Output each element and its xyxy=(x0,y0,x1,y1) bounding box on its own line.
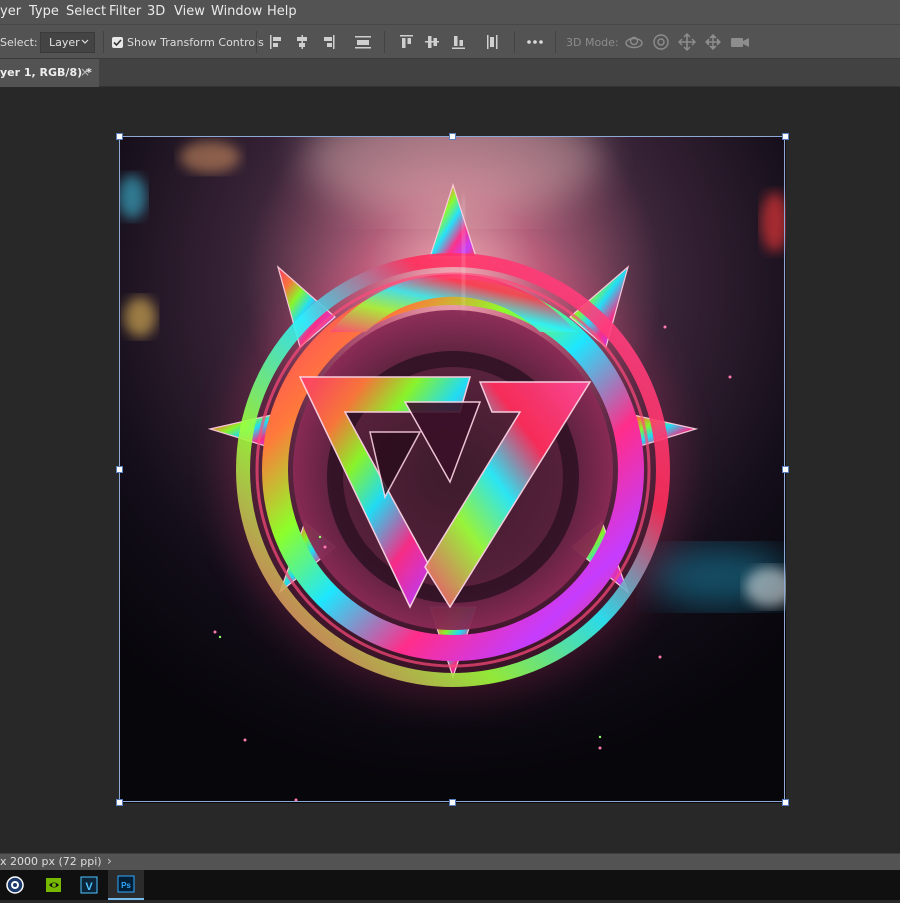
taskbar-app-vegas[interactable]: V xyxy=(72,870,108,900)
close-icon[interactable]: × xyxy=(80,65,90,79)
transform-handle-bottom-right[interactable] xyxy=(782,799,789,806)
transform-handle-top-left[interactable] xyxy=(116,133,123,140)
taskbar-app-cinema4d[interactable] xyxy=(0,870,36,900)
align-left-icon[interactable] xyxy=(268,33,284,51)
nvidia-icon xyxy=(46,878,61,892)
divider xyxy=(514,31,515,53)
pan-3d-icon[interactable] xyxy=(677,33,697,51)
transform-handle-top-right[interactable] xyxy=(782,133,789,140)
3d-mode-label: 3D Mode: xyxy=(566,36,619,49)
more-options-icon[interactable] xyxy=(526,33,544,51)
photoshop-icon-label: Ps xyxy=(121,881,131,890)
svg-text:V: V xyxy=(85,881,93,893)
transform-handle-left[interactable] xyxy=(116,466,123,473)
transform-handle-bottom[interactable] xyxy=(449,799,456,806)
align-top-icon[interactable] xyxy=(398,33,414,51)
chevron-down-icon xyxy=(81,39,89,44)
menu-3d[interactable]: 3D xyxy=(147,4,165,19)
menu-filter[interactable]: Filter xyxy=(109,4,141,19)
show-transform-label: Show Transform Controls xyxy=(127,36,264,49)
menu-help[interactable]: Help xyxy=(267,4,297,19)
slide-3d-icon[interactable] xyxy=(703,33,723,51)
transform-handle-bottom-left[interactable] xyxy=(116,799,123,806)
cinema4d-icon xyxy=(6,876,24,894)
divider xyxy=(103,31,104,53)
divider xyxy=(256,31,257,53)
taskbar-app-photoshop[interactable]: Ps xyxy=(108,870,144,900)
orbit-3d-icon[interactable] xyxy=(624,33,644,51)
menu-bar: yer Type Select Filter 3D View Window He… xyxy=(0,0,900,24)
status-bar: x 2000 px (72 ppi) › xyxy=(0,853,900,870)
distribute-icon[interactable] xyxy=(354,33,372,51)
align-bottom-icon[interactable] xyxy=(450,33,466,51)
options-bar: Select: Layer Show Transform Controls 3D… xyxy=(0,24,900,59)
menu-view[interactable]: View xyxy=(174,4,205,19)
menu-layer[interactable]: yer xyxy=(0,4,21,19)
transform-handle-right[interactable] xyxy=(782,466,789,473)
distribute-vertical-icon[interactable] xyxy=(484,33,500,51)
checkmark-icon xyxy=(113,39,122,47)
transform-handle-top[interactable] xyxy=(449,133,456,140)
align-right-icon[interactable] xyxy=(320,33,336,51)
taskbar-app-nvidia[interactable] xyxy=(36,870,72,900)
taskbar: V Ps xyxy=(0,870,900,900)
select-label: Select: xyxy=(0,36,38,49)
divider xyxy=(555,31,556,53)
status-menu-arrow[interactable]: › xyxy=(107,854,112,868)
document-size-info: x 2000 px (72 ppi) xyxy=(0,855,102,868)
document-tab[interactable]: yer 1, RGB/8) * × xyxy=(0,59,99,87)
menu-select[interactable]: Select xyxy=(66,4,106,19)
emblem-artwork xyxy=(120,137,786,803)
camera-3d-icon[interactable] xyxy=(729,33,751,51)
align-horizontal-center-icon[interactable] xyxy=(294,33,310,51)
roll-3d-icon[interactable] xyxy=(651,33,671,51)
select-dropdown[interactable]: Layer xyxy=(40,32,95,53)
divider xyxy=(384,31,385,53)
document-tab-bar: yer 1, RGB/8) * × xyxy=(0,59,900,87)
photoshop-icon: Ps xyxy=(117,875,135,893)
select-dropdown-value: Layer xyxy=(49,36,80,49)
artwork-image xyxy=(120,137,786,803)
align-vertical-center-icon[interactable] xyxy=(424,33,440,51)
show-transform-checkbox[interactable] xyxy=(112,37,123,48)
menu-type[interactable]: Type xyxy=(29,4,59,19)
canvas-area[interactable] xyxy=(0,87,900,853)
vegas-icon: V xyxy=(80,876,98,894)
document-tab-title: yer 1, RGB/8) * xyxy=(0,66,92,79)
menu-window[interactable]: Window xyxy=(211,4,262,19)
